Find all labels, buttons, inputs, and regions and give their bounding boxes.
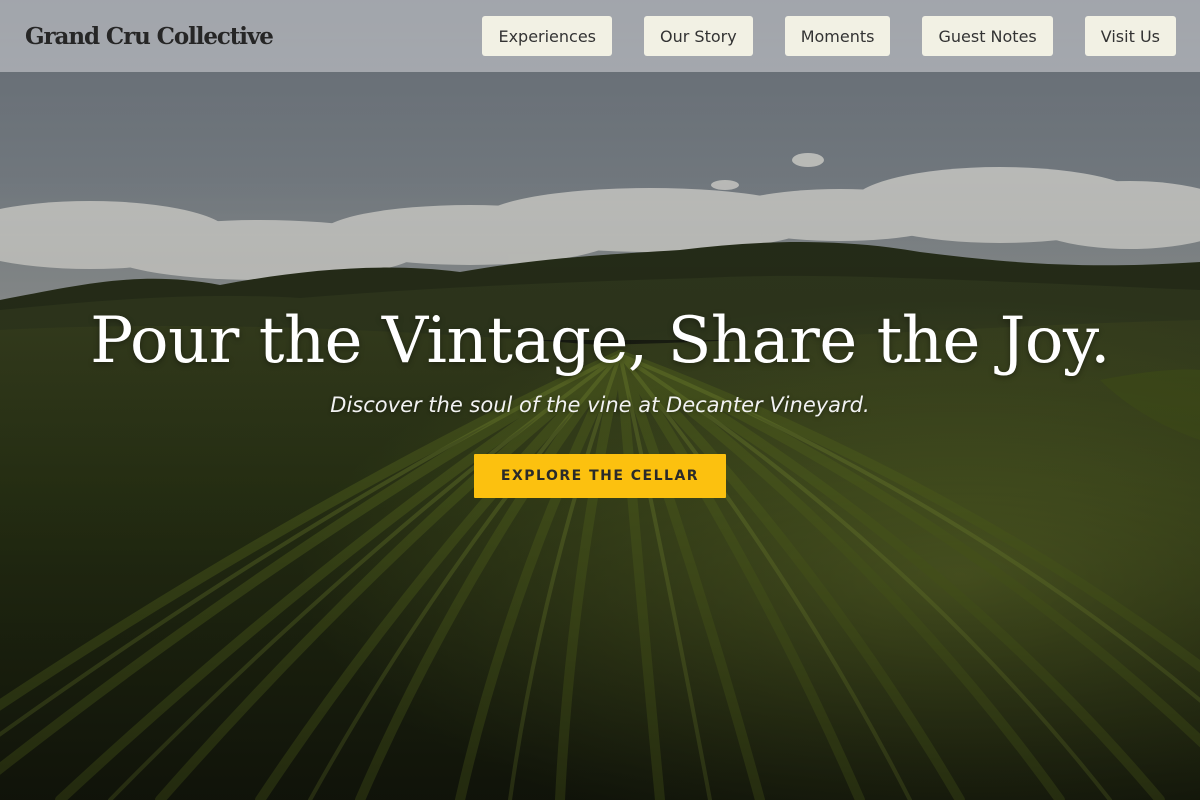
hero-subtitle: Discover the soul of the vine at Decante… [330, 393, 870, 417]
hero-section: Pour the Vintage, Share the Joy. Discove… [0, 0, 1200, 800]
nav-moments-button[interactable]: Moments [784, 16, 891, 56]
nav-experiences-button[interactable]: Experiences [482, 16, 613, 56]
nav-our-story-button[interactable]: Our Story [644, 16, 753, 56]
nav-guest-notes-button[interactable]: Guest Notes [922, 16, 1053, 56]
brand-logo-text[interactable]: Grand Cru Collective [25, 23, 274, 50]
main-nav: Experiences Our Story Moments Guest Note… [482, 16, 1176, 56]
nav-visit-us-button[interactable]: Visit Us [1084, 16, 1176, 56]
hero-title: Pour the Vintage, Share the Joy. [90, 304, 1110, 378]
site-header: Grand Cru Collective Experiences Our Sto… [0, 0, 1200, 72]
explore-cellar-button[interactable]: EXPLORE THE CELLAR [474, 454, 726, 498]
landing-page: Grand Cru Collective Experiences Our Sto… [0, 0, 1200, 800]
